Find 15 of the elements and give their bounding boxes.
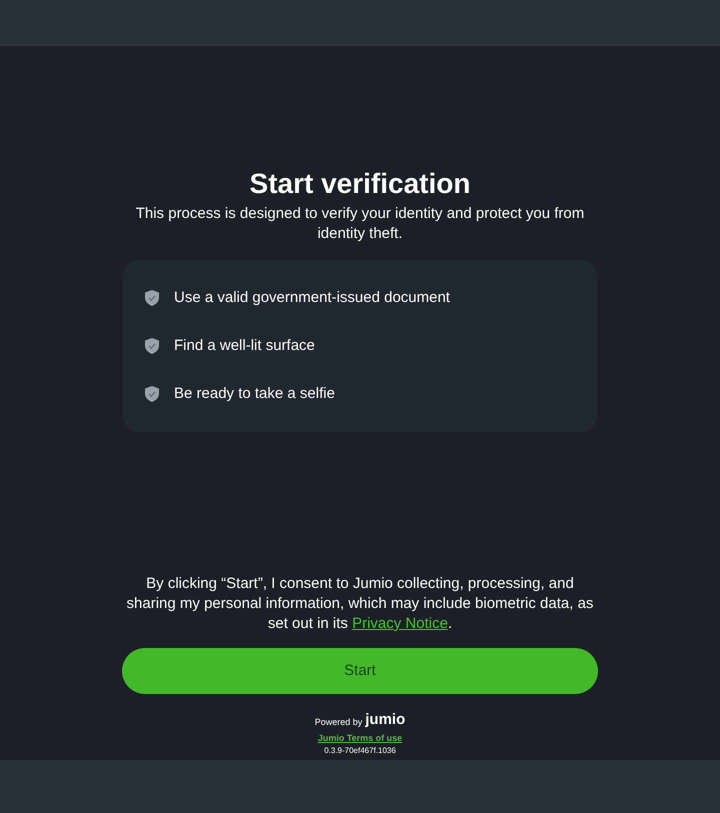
terms-link[interactable]: Jumio Terms of use [318, 732, 402, 744]
shield-check-icon [145, 386, 159, 402]
checklist-item: Find a well-lit surface [174, 336, 315, 356]
subtitle: This process is designed to verify your identity and protect you from identity theft. [134, 204, 586, 244]
jumio-logo: jumio [365, 712, 406, 728]
checklist-item: Use a valid government-issued document [174, 288, 450, 308]
consent-text: By clicking “Start”, I consent to Jumio collecting, processing, and sharing my personal information, which may include biometric data, as set out in its Privacy Notice. [126, 574, 594, 634]
page-title: Start verification [250, 167, 470, 201]
shield-check-icon [145, 290, 159, 306]
powered-by-text: Powered by [314, 716, 362, 728]
version-text: 0.3.9-70ef467f.1036 [324, 745, 396, 756]
checklist-item: Be ready to take a selfie [174, 384, 335, 404]
privacy-notice-link[interactable]: Privacy Notice [352, 615, 448, 632]
shield-check-icon [145, 338, 159, 354]
start-button[interactable]: Start [122, 648, 598, 694]
